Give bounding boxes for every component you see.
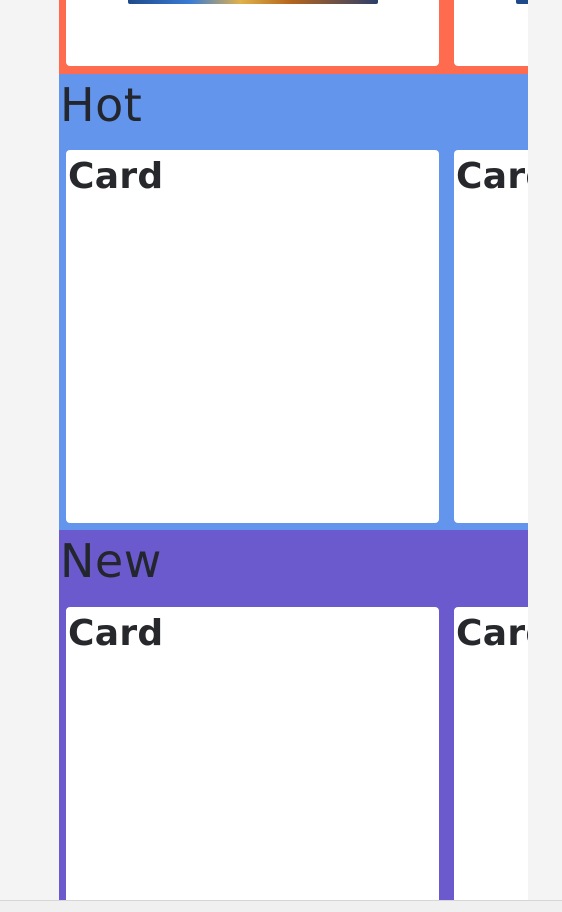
card-image xyxy=(128,0,378,4)
card-title: Card xyxy=(456,156,528,197)
card-title: Card xyxy=(68,613,164,654)
card[interactable]: Card xyxy=(66,607,439,902)
section-title: Hot xyxy=(60,78,143,132)
sections-scroll-area[interactable]: Hot Card Card New Card Card xyxy=(59,0,528,902)
card[interactable]: Card xyxy=(454,150,528,523)
card[interactable]: Card xyxy=(454,607,528,902)
card[interactable]: Card xyxy=(66,150,439,523)
section-hot: Hot Card Card xyxy=(59,74,528,530)
section-top xyxy=(59,0,528,74)
right-gutter xyxy=(528,0,562,902)
bottom-edge-bar xyxy=(0,900,562,912)
card-title: Card xyxy=(68,156,164,197)
card[interactable] xyxy=(66,0,439,66)
app-viewport: Hot Card Card New Card Card xyxy=(0,0,562,912)
card[interactable] xyxy=(454,0,528,66)
card-title: Card xyxy=(456,613,528,654)
section-title: New xyxy=(60,534,162,588)
card-image xyxy=(516,0,528,4)
section-new: New Card Card xyxy=(59,530,528,902)
